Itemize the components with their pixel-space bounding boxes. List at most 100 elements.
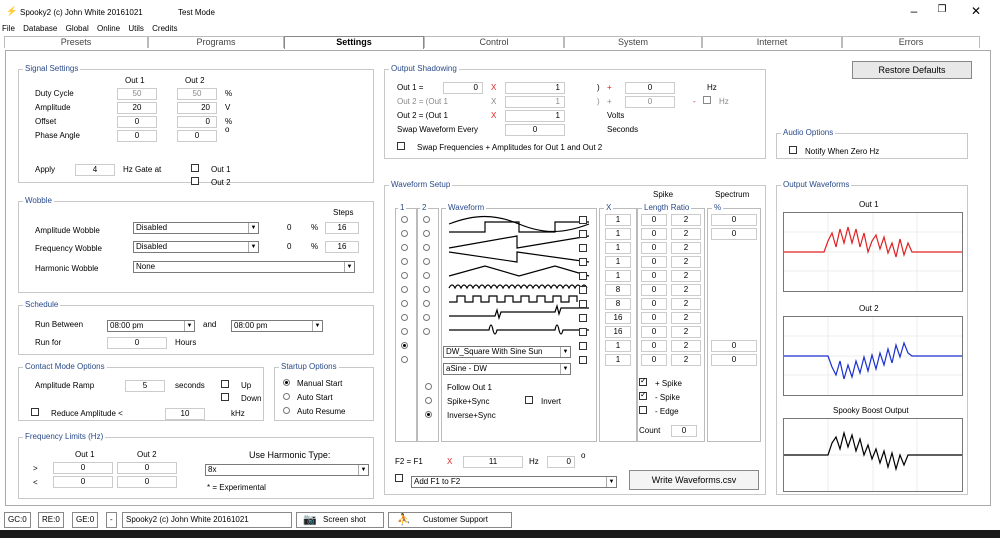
tab-presets[interactable]: Presets [4,36,148,48]
waveform-checkbox[interactable] [579,272,587,280]
spike-ratio-input[interactable]: 2 [671,228,701,240]
min-out1-input[interactable]: 0 [53,476,113,488]
restore-defaults-button[interactable]: Restore Defaults [852,61,972,79]
count-input[interactable]: 0 [671,425,697,437]
max-out2-input[interactable]: 0 [117,462,177,474]
offset-out1-input[interactable]: 0 [117,116,157,128]
amplitude-ramp-input[interactable]: 5 [125,380,165,392]
out1-b-input[interactable]: 1 [505,82,565,94]
spike-length-input[interactable]: 0 [641,312,667,324]
minus-spike-checkbox[interactable]: ✓ [639,390,647,400]
waveform-out1-radio[interactable] [401,300,408,307]
spike-length-input[interactable]: 0 [641,326,667,338]
waveform-out1-radio[interactable] [401,286,408,293]
waveform-out1-radio[interactable] [401,356,408,363]
tab-settings[interactable]: Settings [284,36,424,49]
max-out1-input[interactable]: 0 [53,462,113,474]
spike-ratio-input[interactable]: 2 [671,312,701,324]
waveform-checkbox[interactable] [579,328,587,336]
out1-c-input[interactable]: 0 [625,82,675,94]
x-input[interactable]: 1 [605,256,631,268]
freq-wobble-steps-input[interactable]: 16 [325,241,359,253]
spike-length-input[interactable]: 0 [641,284,667,296]
waveform-out2-radio[interactable] [423,314,430,321]
min-out2-input[interactable]: 0 [117,476,177,488]
run-for-input[interactable]: 0 [107,337,167,349]
spike-ratio-input[interactable]: 2 [671,326,701,338]
spike-length-input[interactable]: 0 [641,270,667,282]
spike-length-input[interactable]: 0 [641,340,667,352]
menu-utils[interactable]: Utils [128,24,144,33]
spectrum-input[interactable]: 0 [711,354,757,366]
menu-global[interactable]: Global [66,24,89,33]
add-f1-select[interactable]: Add F1 to F2 ▼ [411,476,617,488]
spike-ratio-input[interactable]: 2 [671,298,701,310]
spike-ratio-input[interactable]: 2 [671,242,701,254]
customer-support-button[interactable]: ⛹ Customer Support [388,512,512,528]
f2-phase-input[interactable]: 0 [547,456,575,468]
x-input[interactable]: 16 [605,312,631,324]
waveform-out2-radio[interactable] [423,300,430,307]
spike-ratio-input[interactable]: 2 [671,340,701,352]
maximize-button[interactable]: ❐ [932,4,952,15]
waveform-out2-radio[interactable] [423,272,430,279]
spectrum-input[interactable]: 0 [711,228,757,240]
waveform-out2-radio[interactable] [423,230,430,237]
harmonic-type-select[interactable]: 8x ▼ [205,464,369,476]
menu-online[interactable]: Online [97,24,120,33]
waveform-checkbox[interactable] [579,300,587,308]
invert-checkbox[interactable] [525,396,533,404]
auto-resume-radio[interactable] [283,407,290,414]
out1-a-input[interactable]: 0 [443,82,483,94]
spike-sync-radio[interactable] [425,397,432,404]
x-input[interactable]: 1 [605,270,631,282]
waveform-checkbox[interactable] [579,244,587,252]
waveform-out1-select[interactable]: DW_Square With Sine Sun ▼ [443,346,571,358]
out2-b-input[interactable]: 1 [505,96,565,108]
frequency-wobble-select[interactable]: Disabled ▼ [133,241,259,253]
spike-ratio-input[interactable]: 2 [671,284,701,296]
amp-wobble-steps-input[interactable]: 16 [325,222,359,234]
waveform-out1-radio[interactable] [401,328,408,335]
spectrum-input[interactable]: 0 [711,214,757,226]
gate-out2-checkbox[interactable] [191,177,199,185]
tab-errors[interactable]: Errors [842,36,980,48]
waveform-checkbox[interactable] [579,230,587,238]
spike-ratio-input[interactable]: 2 [671,214,701,226]
waveform-out1-radio[interactable] [401,258,408,265]
edge-checkbox[interactable] [639,406,647,414]
spike-length-input[interactable]: 0 [641,256,667,268]
ramp-down-checkbox[interactable] [221,393,229,401]
waveform-checkbox[interactable] [579,356,587,364]
spectrum-input[interactable]: 0 [711,340,757,352]
waveform-out2-radio[interactable] [423,258,430,265]
waveform-checkbox[interactable] [579,314,587,322]
tab-programs[interactable]: Programs [148,36,284,48]
spike-length-input[interactable]: 0 [641,242,667,254]
offset-out2-input[interactable]: 0 [177,116,217,128]
waveform-out1-radio[interactable] [401,342,408,349]
spike-length-input[interactable]: 0 [641,214,667,226]
spike-ratio-input[interactable]: 2 [671,270,701,282]
waveform-out2-radio[interactable] [423,328,430,335]
run-to-select[interactable]: 08:00 pm ▼ [231,320,323,332]
x-input[interactable]: 1 [605,242,631,254]
duty-out2-input[interactable]: 50 [177,88,217,100]
waveform-checkbox[interactable] [579,286,587,294]
waveform-out1-radio[interactable] [401,272,408,279]
menu-credits[interactable]: Credits [152,24,177,33]
run-from-select[interactable]: 08:00 pm ▼ [107,320,195,332]
reduce-amplitude-input[interactable]: 10 [165,408,205,420]
amplitude-out2-input[interactable]: 20 [177,102,217,114]
amp-wobble-value[interactable]: 0 [287,223,291,232]
phase-out2-input[interactable]: 0 [177,130,217,142]
gate-out1-checkbox[interactable] [191,164,199,172]
out2-c-input[interactable]: 0 [625,96,675,108]
x-input[interactable]: 8 [605,298,631,310]
spike-length-input[interactable]: 0 [641,228,667,240]
close-button[interactable]: ✕ [966,4,986,18]
x-input[interactable]: 1 [605,340,631,352]
notify-zero-hz-checkbox[interactable] [789,146,797,154]
waveform-out1-radio[interactable] [401,216,408,223]
swap-freq-checkbox[interactable] [397,142,405,150]
